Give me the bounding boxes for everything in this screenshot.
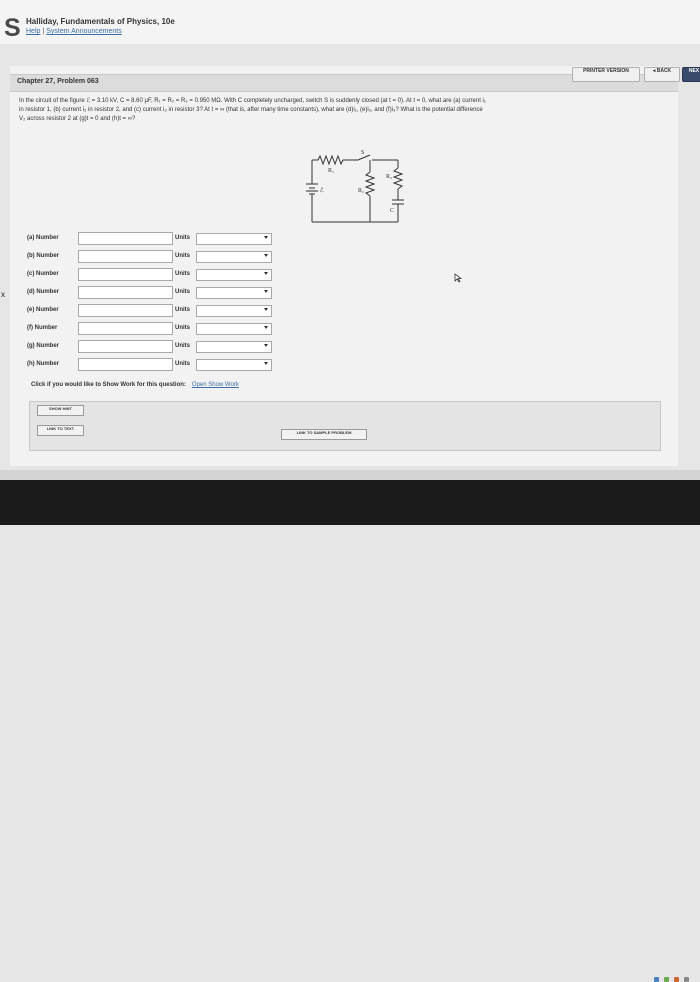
number-input-c[interactable]: [78, 268, 173, 281]
answer-label: (g) Number: [27, 343, 59, 349]
problem-text-line: in resistor 1, (b) current i₂ in resisto…: [19, 107, 483, 113]
answer-label: (h) Number: [27, 361, 59, 367]
chevron-down-icon: [264, 254, 268, 257]
circuit-label-r3: R₃: [386, 174, 392, 180]
link-to-text-button[interactable]: LINK TO TEXT: [37, 425, 84, 436]
units-select-c[interactable]: [196, 269, 272, 281]
help-link[interactable]: Help: [26, 28, 40, 35]
answer-row-d: (d) Number Units: [0, 286, 700, 300]
number-input-e[interactable]: [78, 304, 173, 317]
resistor-r3: [392, 167, 404, 190]
units-select-e[interactable]: [196, 305, 272, 317]
units-label: Units: [175, 253, 190, 259]
circuit-label-c: C: [390, 208, 394, 214]
chevron-down-icon: [264, 362, 268, 365]
app-logo: S: [4, 14, 21, 42]
tray-icon[interactable]: [654, 977, 659, 982]
link-to-sample-problem-button[interactable]: LINK TO SAMPLE PROBLEM: [281, 429, 367, 440]
circuit-label-r1: R₁: [328, 168, 334, 174]
circuit-label-s: S: [361, 150, 364, 156]
answer-row-g: (g) Number Units: [0, 340, 700, 354]
chevron-down-icon: [264, 344, 268, 347]
circuit-label-emf: ℰ: [320, 187, 324, 194]
circuit-label-r2: R₂: [358, 188, 364, 194]
mouse-cursor-icon: [454, 273, 463, 283]
chapter-title: Chapter 27, Problem 063: [17, 78, 99, 85]
course-title: Halliday, Fundamentals of Physics, 10e: [26, 17, 175, 26]
resistor-r1: [312, 154, 358, 166]
units-label: Units: [175, 307, 190, 313]
units-select-g[interactable]: [196, 341, 272, 353]
show-work-prompt: Click if you would like to Show Work for…: [31, 382, 239, 388]
resources-box: [29, 401, 661, 451]
units-label: Units: [175, 289, 190, 295]
open-show-work-link[interactable]: Open Show Work: [192, 382, 239, 388]
chevron-down-icon: [264, 236, 268, 239]
app-header: S Halliday, Fundamentals of Physics, 10e…: [0, 0, 700, 44]
answer-label: (d) Number: [27, 289, 59, 295]
page-bottom-edge: [0, 470, 700, 480]
units-label: Units: [175, 235, 190, 241]
problem-statement: In the circuit of the figure ℰ = 3.10 kV…: [19, 97, 700, 124]
answer-row-c: (c) Number Units: [0, 268, 700, 282]
number-input-g[interactable]: [78, 340, 173, 353]
answer-label: (f) Number: [27, 325, 58, 331]
system-announcements-link[interactable]: System Announcements: [46, 28, 122, 35]
chevron-down-icon: [264, 326, 268, 329]
number-input-a[interactable]: [78, 232, 173, 245]
number-input-b[interactable]: [78, 250, 173, 263]
show-work-text: Click if you would like to Show Work for…: [31, 382, 186, 388]
show-hint-button[interactable]: SHOW HINT: [37, 405, 84, 416]
answer-label: (b) Number: [27, 253, 59, 259]
units-label: Units: [175, 343, 190, 349]
header-links: Help | System Announcements: [26, 28, 122, 35]
answer-row-a: (a) Number Units: [0, 232, 700, 246]
chevron-down-icon: [264, 290, 268, 293]
problem-text-line: V₂ across resistor 2 at (g)t = 0 and (h)…: [19, 116, 136, 122]
taskbar: [0, 480, 700, 982]
units-select-a[interactable]: [196, 233, 272, 245]
answer-row-h: (h) Number Units: [0, 358, 700, 372]
number-input-h[interactable]: [78, 358, 173, 371]
units-select-d[interactable]: [196, 287, 272, 299]
back-button[interactable]: ◂ BACK: [644, 67, 680, 82]
next-button[interactable]: NEX: [682, 67, 700, 82]
link-separator: |: [42, 28, 45, 35]
answer-label: (a) Number: [27, 235, 59, 241]
tray-icon[interactable]: [684, 977, 689, 982]
units-label: Units: [175, 325, 190, 331]
answer-label: (c) Number: [27, 271, 59, 277]
chevron-down-icon: [264, 272, 268, 275]
chevron-down-icon: [264, 308, 268, 311]
answer-row-f: (f) Number Units: [0, 322, 700, 336]
units-select-h[interactable]: [196, 359, 272, 371]
printer-version-button[interactable]: PRINTER VERSION: [572, 67, 640, 82]
number-input-f[interactable]: [78, 322, 173, 335]
answer-row-b: (b) Number Units: [0, 250, 700, 264]
number-input-d[interactable]: [78, 286, 173, 299]
circuit-diagram: R₁ S R₂ R₃ C ℰ: [306, 150, 404, 223]
units-label: Units: [175, 361, 190, 367]
tray-icon[interactable]: [674, 977, 679, 982]
answer-row-e: (e) Number Units: [0, 304, 700, 318]
problem-text-line: In the circuit of the figure ℰ = 3.10 kV…: [19, 98, 486, 104]
x-mark: x: [1, 290, 5, 299]
answer-label: (e) Number: [27, 307, 59, 313]
units-label: Units: [175, 271, 190, 277]
resistor-r2: [364, 171, 376, 197]
tray-icon[interactable]: [664, 977, 669, 982]
units-select-b[interactable]: [196, 251, 272, 263]
units-select-f[interactable]: [196, 323, 272, 335]
